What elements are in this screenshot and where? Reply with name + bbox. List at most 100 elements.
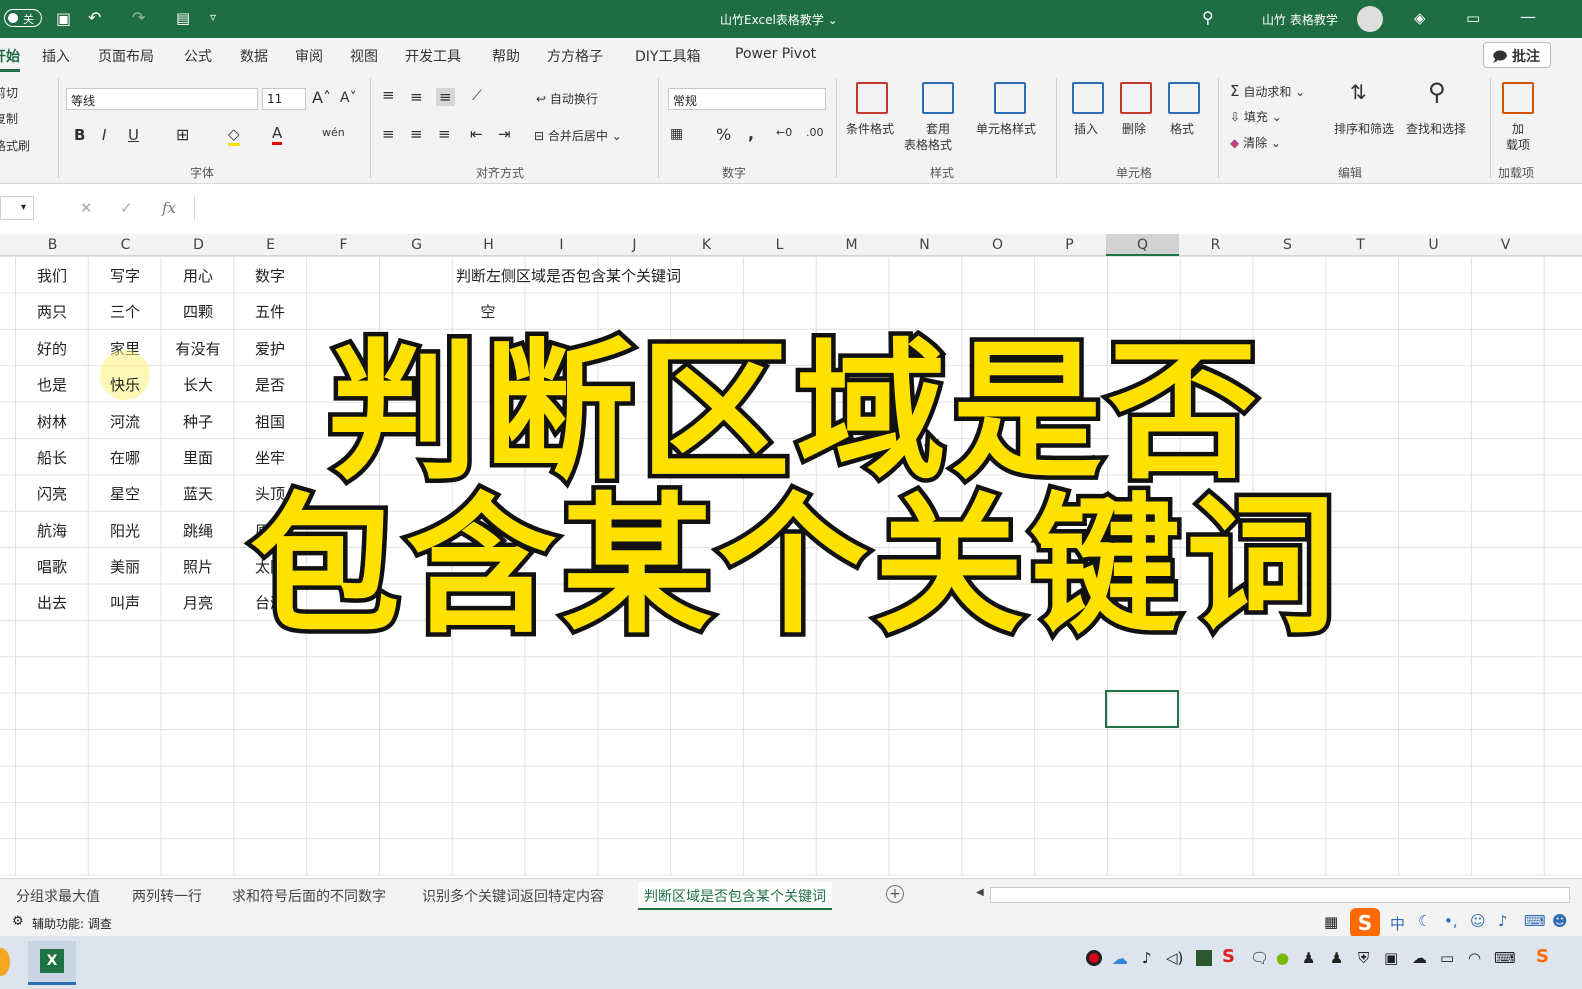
accessibility-status[interactable]: 辅助功能: 调查 — [32, 915, 112, 932]
tray-cloud-icon[interactable]: ☁ — [1112, 949, 1128, 968]
cell-D1[interactable]: 用心 — [162, 265, 234, 286]
number-format-select[interactable]: 常规 — [668, 88, 826, 110]
undo-icon[interactable]: ↶ — [88, 8, 101, 27]
scroll-left-icon[interactable]: ◀ — [976, 887, 984, 898]
tab-help[interactable]: 帮助 — [492, 46, 520, 66]
browser-icon[interactable] — [0, 948, 10, 976]
col-Q[interactable]: Q — [1106, 234, 1179, 256]
tray-sogou-icon[interactable]: S — [1222, 946, 1235, 967]
align-middle-icon[interactable]: ≡ — [410, 88, 423, 106]
format-cells-icon[interactable] — [1168, 82, 1200, 114]
format-painter-button[interactable]: 格式刷 — [0, 137, 30, 154]
shrink-font-icon[interactable]: A˅ — [340, 90, 357, 106]
merge-center-button[interactable]: ⊟ 合并后居中 ⌄ — [534, 127, 622, 144]
format-as-table-label-1[interactable]: 套用 — [926, 120, 950, 137]
wrap-text-button[interactable]: ↩ 自动换行 — [536, 90, 598, 107]
cell-B2[interactable]: 两只 — [16, 301, 88, 322]
tray-chat-icon[interactable]: 🗨 — [1250, 949, 1269, 967]
tab-developer[interactable]: 开发工具 — [405, 46, 461, 66]
copy-button[interactable]: 复制 — [0, 110, 18, 127]
decrease-decimal-icon[interactable]: .00 — [806, 126, 824, 139]
format-cells-label[interactable]: 格式 — [1170, 120, 1194, 137]
tray-screenshot-icon[interactable]: ▣ — [1384, 949, 1398, 967]
tab-formulas[interactable]: 公式 — [184, 46, 212, 66]
tray-nvidia-icon[interactable]: ● — [1276, 949, 1289, 967]
phonetic-icon[interactable]: wén — [322, 126, 345, 139]
align-center-icon[interactable]: ≡ — [410, 125, 423, 143]
keyboard-icon[interactable]: ⌨ — [1524, 912, 1546, 930]
underline-icon[interactable]: U — [128, 126, 139, 144]
tray-wifi-icon[interactable]: ◠ — [1468, 949, 1481, 967]
bold-icon[interactable]: B — [74, 126, 85, 144]
user-icon[interactable]: ☻ — [1552, 912, 1568, 930]
col-N[interactable]: N — [888, 237, 961, 253]
cell-D2[interactable]: 四颗 — [162, 301, 234, 322]
addins-icon[interactable] — [1502, 82, 1534, 114]
col-L[interactable]: L — [743, 237, 816, 253]
excel-taskbar-icon[interactable]: X — [28, 941, 76, 985]
selected-cell[interactable] — [1105, 690, 1179, 728]
decrease-indent-icon[interactable]: ⇤ — [470, 125, 483, 143]
col-G[interactable]: G — [380, 237, 453, 253]
delete-cells-icon[interactable] — [1120, 82, 1152, 114]
diamond-icon[interactable]: ◈ — [1414, 9, 1426, 27]
tab-diy-toolbox[interactable]: DIY工具箱 — [635, 46, 700, 66]
search-icon[interactable]: ⚲ — [1202, 8, 1214, 27]
increase-decimal-icon[interactable]: ←0 — [776, 126, 792, 139]
formula-input[interactable] — [194, 196, 1582, 220]
sort-filter-label[interactable]: 排序和筛选 — [1334, 120, 1394, 137]
microphone-icon[interactable]: ♪ — [1498, 912, 1508, 930]
tray-mic-icon[interactable]: ♪ — [1142, 949, 1152, 967]
save-icon[interactable]: ▣ — [56, 9, 71, 28]
add-sheet-icon[interactable]: + — [886, 885, 904, 903]
borders-icon[interactable]: ⊞ — [176, 125, 189, 144]
tray-record-icon[interactable] — [1086, 950, 1102, 966]
cell-H2[interactable]: 空 — [452, 301, 524, 322]
tray-sogou2-icon[interactable]: S — [1536, 946, 1549, 967]
autosum-button[interactable]: Σ 自动求和 ⌄ — [1230, 82, 1305, 100]
tab-home[interactable]: 开始 — [0, 46, 20, 72]
sheet-tab-3[interactable]: 求和符号后面的不同数字 — [232, 886, 386, 906]
cell-C1[interactable]: 写字 — [89, 265, 161, 286]
comment-button[interactable]: 🗩 批注 — [1483, 42, 1551, 68]
sogou-ime-icon[interactable]: S — [1350, 908, 1380, 938]
accessibility-icon[interactable]: ⚙ — [12, 914, 24, 929]
col-M[interactable]: M — [815, 237, 888, 253]
align-bottom-icon[interactable]: ≡ — [436, 88, 455, 106]
workbook-title[interactable]: 山竹Excel表格教学 ⌄ — [720, 11, 838, 28]
accounting-icon[interactable]: ▦ — [670, 126, 683, 142]
format-as-table-icon[interactable] — [922, 82, 954, 114]
tab-review[interactable]: 审阅 — [295, 46, 323, 66]
cancel-icon[interactable]: ✕ — [80, 199, 93, 217]
sheet-tab-1[interactable]: 分组求最大值 — [16, 886, 100, 906]
grow-font-icon[interactable]: A˄ — [312, 88, 331, 107]
cell-E2[interactable]: 五件 — [234, 301, 306, 322]
cell-style-icon[interactable] — [994, 82, 1026, 114]
horizontal-scrollbar[interactable] — [990, 887, 1570, 903]
customize-toolbar-icon[interactable]: ▿ — [210, 10, 216, 24]
comma-icon[interactable]: , — [748, 124, 754, 143]
align-top-icon[interactable]: ≡ — [382, 86, 395, 104]
sheet-tab-active[interactable]: 判断区域是否包含某个关键词 — [638, 882, 832, 910]
align-right-icon[interactable]: ≡ — [438, 125, 451, 143]
font-name-select[interactable]: 等线 — [66, 88, 258, 110]
col-U[interactable]: U — [1397, 237, 1470, 253]
cell-C2[interactable]: 三个 — [89, 301, 161, 322]
find-select-label[interactable]: 查找和选择 — [1406, 120, 1466, 137]
col-B[interactable]: B — [16, 237, 89, 253]
col-O[interactable]: O — [961, 237, 1034, 253]
tray-volume-icon[interactable]: ◁) — [1166, 949, 1183, 967]
tray-qq-icon[interactable]: ♟ — [1302, 949, 1315, 967]
col-J[interactable]: J — [598, 237, 671, 253]
tray-app-icon[interactable] — [1196, 950, 1212, 966]
col-V[interactable]: V — [1469, 237, 1542, 253]
normal-view-icon[interactable]: ▦ — [1324, 913, 1338, 931]
col-E[interactable]: E — [234, 237, 307, 253]
align-left-icon[interactable]: ≡ — [382, 125, 395, 143]
font-size-select[interactable]: 11 — [262, 88, 306, 110]
print-preview-icon[interactable]: ▤ — [176, 9, 190, 27]
insert-cells-label[interactable]: 插入 — [1074, 120, 1098, 137]
tab-power-pivot[interactable]: Power Pivot — [735, 46, 816, 62]
fill-color-icon[interactable]: ◇ — [228, 125, 240, 146]
name-box[interactable]: ▾ — [0, 196, 34, 220]
